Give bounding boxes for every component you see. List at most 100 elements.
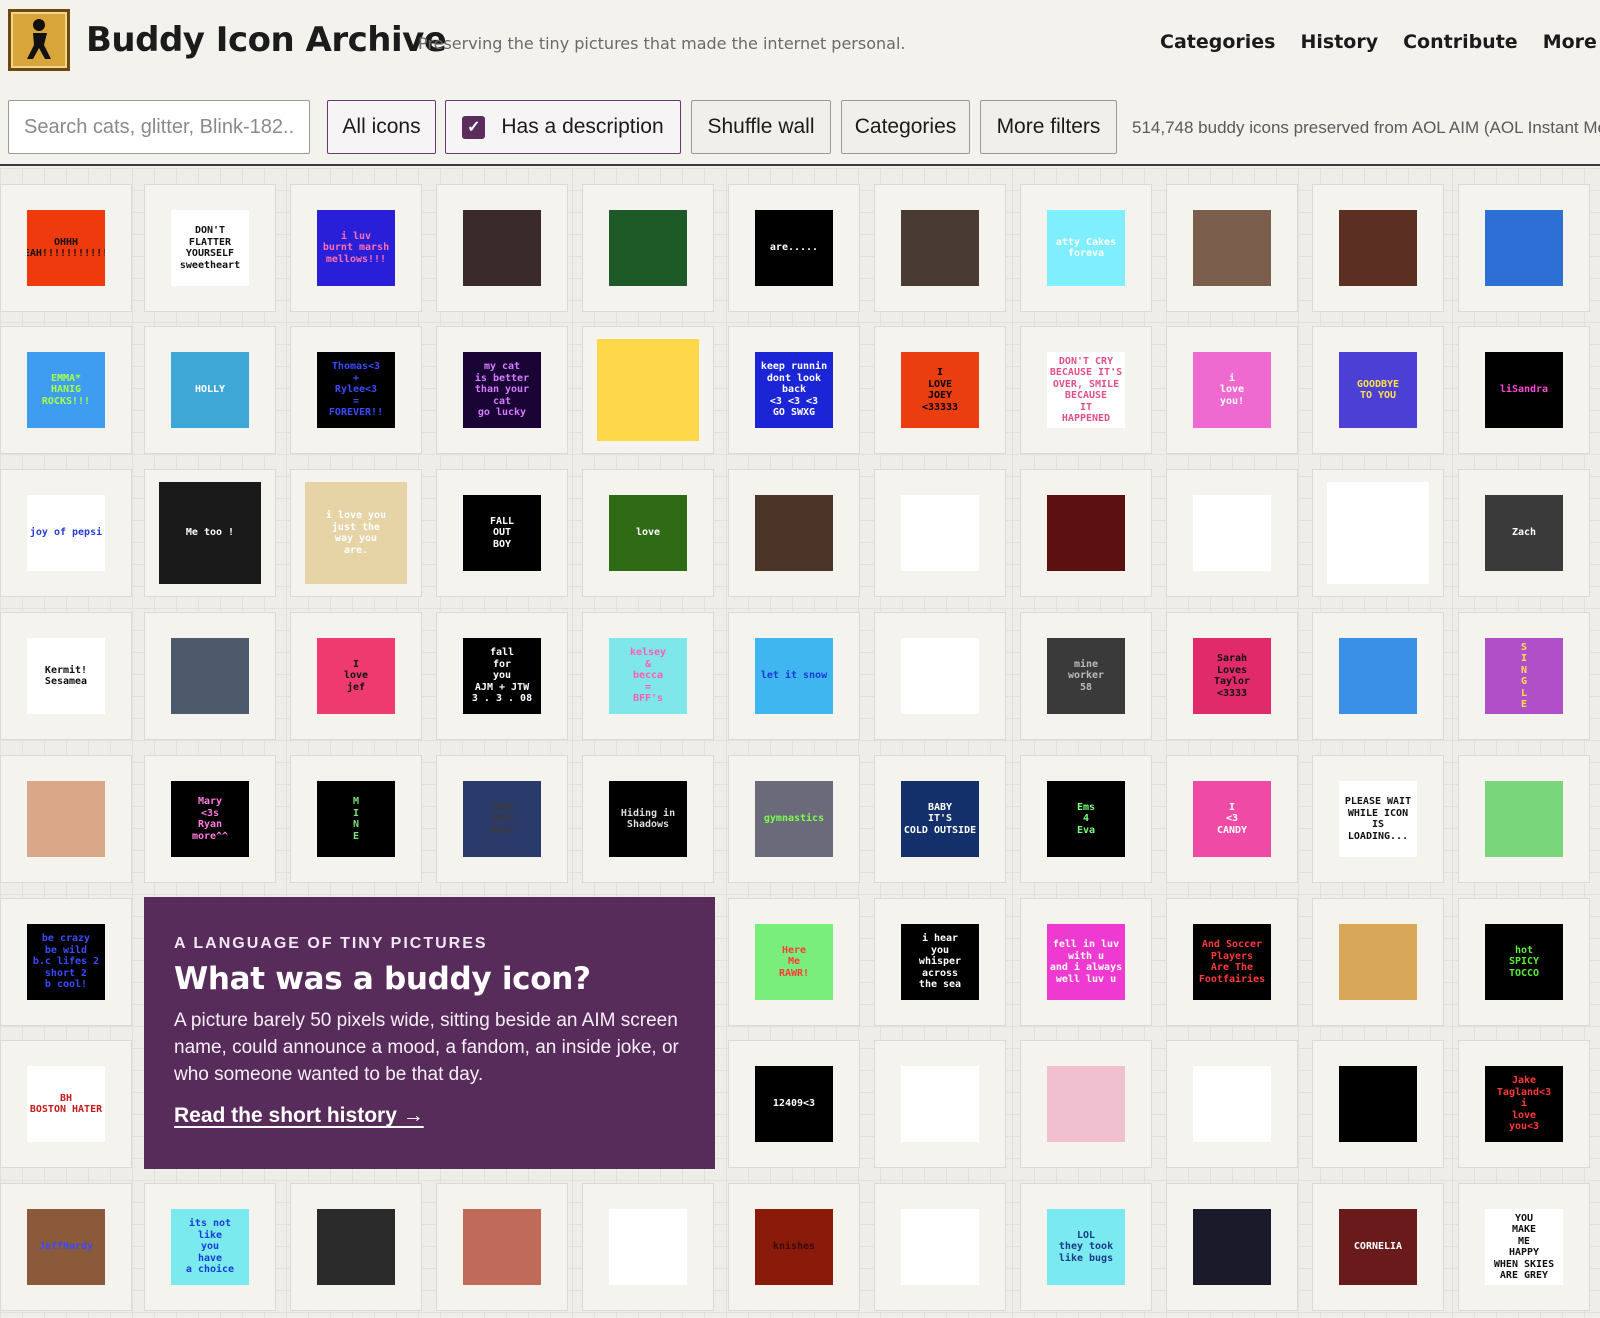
icon-tile[interactable] — [582, 184, 714, 312]
icon-tile[interactable] — [1166, 1040, 1298, 1168]
icon-tile[interactable]: kelsey & becca = BFF's — [582, 612, 714, 740]
icon-tile[interactable]: liSandra — [1458, 326, 1590, 454]
filter-all-icons[interactable]: All icons — [327, 100, 436, 154]
icon-tile[interactable] — [290, 1183, 422, 1311]
read-history-link[interactable]: Read the short history → — [174, 1104, 424, 1128]
icon-tile[interactable]: I love jef — [290, 612, 422, 740]
icon-tile[interactable] — [436, 1183, 568, 1311]
icon-tile[interactable]: PLEASE WAIT WHILE ICON IS LOADING... — [1312, 755, 1444, 883]
icon-tile[interactable] — [874, 1040, 1006, 1168]
filter-categories-button[interactable]: Categories — [841, 100, 970, 154]
icon-tile[interactable]: 12409<3 — [728, 1040, 860, 1168]
icon-tile[interactable] — [874, 184, 1006, 312]
icon-tile[interactable]: Thomas<3 + Rylee<3 = FOREVER!! — [290, 326, 422, 454]
icon-tile[interactable]: Here Me RAWR! — [728, 898, 860, 1026]
icon-tile[interactable]: Me too ! — [144, 469, 276, 597]
icon-tile[interactable] — [1166, 1183, 1298, 1311]
filter-has-description-label: Has a description — [501, 115, 664, 138]
icon-tile[interactable] — [874, 612, 1006, 740]
icon-tile[interactable] — [1020, 1040, 1152, 1168]
icon-tile[interactable]: S I N G L E — [1458, 612, 1590, 740]
icon-tile[interactable]: Zach — [1458, 469, 1590, 597]
icon-tile[interactable]: GOODBYE TO YOU — [1312, 326, 1444, 454]
icon-tile[interactable]: HOLLY — [144, 326, 276, 454]
icon-tile[interactable]: DON'T FLATTER YOURSELF sweetheart — [144, 184, 276, 312]
icon-tile[interactable]: i luv burnt marsh mellows!!! — [290, 184, 422, 312]
icon-tile[interactable] — [144, 612, 276, 740]
icon-tile[interactable]: EMMA* HANIG ROCKS!!! — [0, 326, 132, 454]
icon-tile[interactable]: keep runnin dont look back <3 <3 <3 GO S… — [728, 326, 860, 454]
icon-tile[interactable]: i hear you whisper across the sea — [874, 898, 1006, 1026]
icon-tile[interactable]: let it snow — [728, 612, 860, 740]
search-input[interactable] — [8, 100, 310, 154]
icon-tile[interactable]: fell in luv with u and i always well luv… — [1020, 898, 1152, 1026]
buddy-icon-image: be crazy be wild b.c lifes 2 short 2 b c… — [27, 924, 105, 1000]
icon-tile[interactable]: knishes — [728, 1183, 860, 1311]
icon-tile[interactable]: Sarah Loves Taylor <3333 — [1166, 612, 1298, 740]
icon-tile[interactable]: fall for you AJM + JTW 3 . 3 . 08 — [436, 612, 568, 740]
icon-tile[interactable] — [874, 469, 1006, 597]
icon-tile[interactable]: my cat is better than your cat go lucky — [436, 326, 568, 454]
icon-tile[interactable]: And Soccer Players Are The Footfairies — [1166, 898, 1298, 1026]
icon-tile[interactable]: Hiding in Shadows — [582, 755, 714, 883]
icon-tile[interactable] — [436, 184, 568, 312]
icon-tile[interactable] — [582, 1183, 714, 1311]
icon-tile[interactable] — [1312, 898, 1444, 1026]
nav-contribute[interactable]: Contribute — [1403, 31, 1518, 53]
aim-logo-icon[interactable] — [8, 9, 70, 71]
icon-tile[interactable] — [1312, 184, 1444, 312]
icon-tile[interactable]: CORNELIA — [1312, 1183, 1444, 1311]
icon-tile[interactable]: LOL they took like bugs — [1020, 1183, 1152, 1311]
icon-tile[interactable]: M I N E — [290, 755, 422, 883]
icon-tile[interactable]: I <3 CANDY — [1166, 755, 1298, 883]
icon-tile[interactable]: Kermit! Sesamea — [0, 612, 132, 740]
checkbox-checked-icon[interactable]: ✓ — [462, 115, 486, 139]
icon-tile[interactable] — [1166, 184, 1298, 312]
icon-tile[interactable]: YOU MAKE ME HAPPY WHEN SKIES ARE GREY — [1458, 1183, 1590, 1311]
icon-tile[interactable]: atty Cakes foreva — [1020, 184, 1152, 312]
icon-tile[interactable] — [1166, 469, 1298, 597]
nav-categories[interactable]: Categories — [1160, 31, 1275, 53]
icon-tile[interactable] — [582, 326, 714, 454]
buddy-icon-image — [901, 495, 979, 571]
icon-tile[interactable]: Jake Tagland<3 i love you<3 — [1458, 1040, 1590, 1168]
icon-tile[interactable] — [1020, 469, 1152, 597]
icon-tile[interactable] — [1312, 469, 1444, 597]
site-title[interactable]: Buddy Icon Archive — [86, 20, 447, 60]
icon-tile[interactable]: joy of pepsi — [0, 469, 132, 597]
more-filters-button[interactable]: More filters — [980, 100, 1117, 154]
icon-tile[interactable]: love — [582, 469, 714, 597]
buddy-icon-image — [609, 1209, 687, 1285]
icon-tile[interactable] — [1458, 184, 1590, 312]
icon-tile[interactable]: mine worker 58 — [1020, 612, 1152, 740]
icon-tile[interactable]: gymnastics — [728, 755, 860, 883]
icon-tile[interactable]: FALL OUT BOY — [436, 469, 568, 597]
icon-tile[interactable]: Mary <3s Ryan more^^ — [144, 755, 276, 883]
icon-tile[interactable]: i love you just the way you are. — [290, 469, 422, 597]
icon-tile[interactable]: are..... — [728, 184, 860, 312]
filter-has-description[interactable]: ✓ Has a description — [445, 100, 681, 154]
nav-history[interactable]: History — [1300, 31, 1378, 53]
icon-tile[interactable]: Ems 4 Eva — [1020, 755, 1152, 883]
icon-tile[interactable]: DON'T CRY BECAUSE IT'S OVER, SMILE BECAU… — [1020, 326, 1152, 454]
icon-tile[interactable]: i love you! — [1166, 326, 1298, 454]
icon-tile[interactable]: JeffHardy — [0, 1183, 132, 1311]
nav-more[interactable]: More▼ — [1543, 31, 1600, 53]
icon-tile[interactable]: OHHH YEAH!!!!!!!!!!!! — [0, 184, 132, 312]
icon-tile[interactable]: BABY IT'S COLD OUTSIDE — [874, 755, 1006, 883]
icon-tile[interactable]: BH BOSTON HATER — [0, 1040, 132, 1168]
icon-tile[interactable]: FREE DAD HUGS — [436, 755, 568, 883]
icon-tile[interactable]: hot SPICY TOCCO — [1458, 898, 1590, 1026]
icon-tile[interactable] — [728, 469, 860, 597]
icon-tile[interactable]: be crazy be wild b.c lifes 2 short 2 b c… — [0, 898, 132, 1026]
icon-tile[interactable] — [1312, 612, 1444, 740]
icon-tile[interactable] — [1458, 755, 1590, 883]
icon-tile[interactable] — [1312, 1040, 1444, 1168]
icon-tile[interactable] — [0, 755, 132, 883]
icon-tile[interactable]: its not like you have a choice — [144, 1183, 276, 1311]
icon-tile[interactable] — [874, 1183, 1006, 1311]
buddy-icon-image — [901, 638, 979, 714]
buddy-icon-image: YOU MAKE ME HAPPY WHEN SKIES ARE GREY — [1485, 1209, 1563, 1285]
shuffle-wall-button[interactable]: Shuffle wall — [691, 100, 831, 154]
icon-tile[interactable]: I LOVE JOEY <33333 — [874, 326, 1006, 454]
